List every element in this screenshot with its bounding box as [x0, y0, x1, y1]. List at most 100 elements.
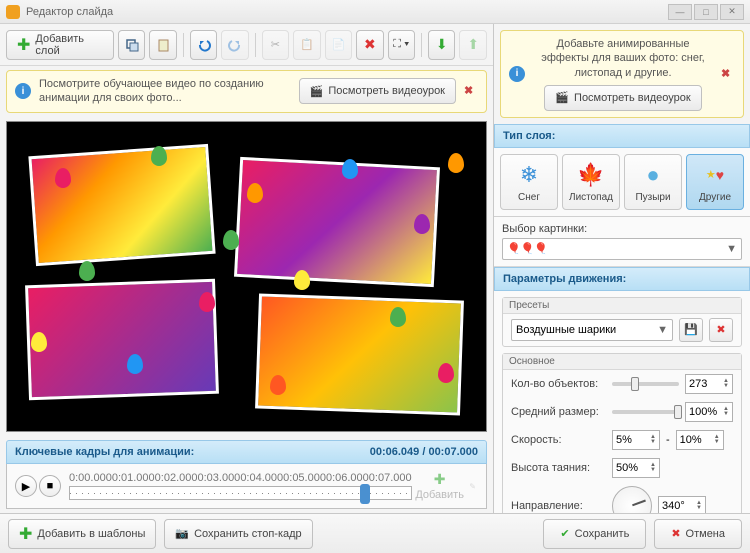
balloon-icon: [342, 159, 358, 179]
info-icon: i: [15, 83, 31, 99]
timeline-track[interactable]: [69, 486, 412, 500]
layer-type-snow[interactable]: ❄Снег: [500, 154, 558, 210]
balloon-icon: [151, 146, 167, 166]
direction-label: Направление:: [511, 500, 606, 512]
layer-type-bubbles[interactable]: ●Пузыри: [624, 154, 682, 210]
info-banner-left: i Посмотрите обучающее видео по созданию…: [6, 70, 487, 113]
balloon-icon: [448, 153, 464, 173]
delete-icon: ✖: [716, 323, 725, 336]
info-banner-right: i Добавьте анимированные эффекты для ваш…: [500, 30, 744, 118]
timeline-header: Ключевые кадры для анимации: 00:06.049 /…: [6, 440, 487, 464]
balloon-icon: [438, 363, 454, 383]
check-icon: ✔: [560, 527, 569, 540]
save-stopframe-button[interactable]: 📷Сохранить стоп-кадр: [164, 519, 312, 549]
motion-params-header: Параметры движения:: [494, 267, 750, 291]
paste-button[interactable]: [149, 30, 176, 60]
balloon-icon: [247, 183, 263, 203]
add-keyframe-button[interactable]: ✚Добавить: [424, 470, 456, 502]
close-info-icon[interactable]: ✖: [721, 67, 735, 81]
direction-dial[interactable]: [612, 486, 652, 513]
film-icon: 🎬: [310, 85, 324, 98]
plus-icon: ✚: [17, 35, 30, 55]
close-button[interactable]: ✕: [720, 4, 744, 20]
layer-type-other[interactable]: ★♥Другие: [686, 154, 744, 210]
main-legend: Основное: [503, 354, 741, 370]
paste2-button[interactable]: 📄: [325, 30, 352, 60]
move-down-button[interactable]: ⬇: [428, 30, 455, 60]
chevron-down-icon: ▼: [726, 243, 737, 255]
speed-to-spinner[interactable]: 10%▲▼: [676, 430, 724, 450]
layer-type-header: Тип слоя:: [494, 124, 750, 148]
size-slider[interactable]: [612, 410, 679, 414]
timeline-thumb[interactable]: [360, 484, 370, 504]
cancel-button[interactable]: ✖Отмена: [654, 519, 742, 549]
speed-label: Скорость:: [511, 434, 606, 446]
preset-combo[interactable]: Воздушные шарики▼: [511, 319, 673, 341]
balloon-icon: [127, 354, 143, 374]
maximize-button[interactable]: □: [694, 4, 718, 20]
snowflake-icon: ❄: [515, 161, 543, 189]
save-button[interactable]: ✔Сохранить: [543, 519, 646, 549]
timeline-time: 00:06.049 / 00:07.000: [370, 446, 478, 458]
info-text: Посмотрите обучающее видео по созданию а…: [39, 77, 291, 106]
photo-3[interactable]: [25, 278, 219, 400]
size-spinner[interactable]: 100%▲▼: [685, 402, 733, 422]
close-info-icon[interactable]: ✖: [464, 84, 478, 98]
app-icon: [6, 5, 20, 19]
balloon-icon: [223, 230, 239, 250]
bubble-icon: ●: [639, 161, 667, 189]
count-slider[interactable]: [612, 382, 679, 386]
delete-preset-button[interactable]: ✖: [709, 318, 733, 342]
pic-select-label: Выбор картинки:: [502, 223, 742, 235]
timeline: ▶ ■ 0:00.0000:01.0000:02.0000:03.0000:04…: [6, 464, 487, 509]
copy-button[interactable]: [118, 30, 145, 60]
presets-legend: Пресеты: [503, 298, 741, 314]
cancel-icon: ✖: [671, 527, 680, 540]
shapes-icon: ★♥: [701, 161, 729, 189]
redo-button[interactable]: [221, 30, 248, 60]
edit-keyframe-button[interactable]: ✎: [457, 470, 489, 502]
undo-button[interactable]: [190, 30, 217, 60]
camera-icon: 📷: [175, 527, 189, 540]
balloon-icon: [199, 292, 215, 312]
preview-canvas[interactable]: [6, 121, 487, 432]
watch-tutorial-button[interactable]: 🎬Посмотреть видеоурок: [299, 78, 456, 104]
direction-spinner[interactable]: 340°▲▼: [658, 496, 706, 513]
info-text: Добавьте анимированные эффекты для ваших…: [533, 37, 713, 80]
balloon-icon: [79, 261, 95, 281]
count-spinner[interactable]: 273▲▼: [685, 374, 733, 394]
add-layer-button[interactable]: ✚Добавить слой: [6, 30, 114, 60]
photo-1[interactable]: [28, 143, 215, 265]
floppy-icon: 💾: [684, 323, 698, 336]
move-up-button[interactable]: ⬆: [459, 30, 486, 60]
size-label: Средний размер:: [511, 406, 606, 418]
delete-button[interactable]: ✖: [356, 30, 383, 60]
balloon-icon: [31, 332, 47, 352]
chevron-down-icon: ▼: [657, 324, 668, 336]
balloon-icon: [55, 168, 71, 188]
speed-from-spinner[interactable]: 5%▲▼: [612, 430, 660, 450]
add-to-templates-button[interactable]: ✚Добавить в шаблоны: [8, 519, 156, 549]
picture-combo[interactable]: 🎈🎈🎈 ▼: [502, 238, 742, 260]
cut-button[interactable]: ✂: [262, 30, 289, 60]
play-button[interactable]: ▶: [15, 475, 37, 497]
copy2-button[interactable]: 📋: [293, 30, 320, 60]
balloon-icon: [414, 214, 430, 234]
watch-tutorial-button-2[interactable]: 🎬Посмотреть видеоурок: [544, 85, 701, 111]
balloons-preview-icon: 🎈🎈🎈: [507, 242, 548, 255]
film-icon: 🎬: [555, 91, 569, 104]
leaf-icon: 🍁: [577, 161, 605, 189]
stop-button[interactable]: ■: [39, 475, 61, 497]
balloon-icon: [390, 307, 406, 327]
timeline-ticks: 0:00.0000:01.0000:02.0000:03.0000:04.000…: [69, 472, 412, 484]
plus-icon: ✚: [19, 524, 32, 544]
layer-type-leaves[interactable]: 🍁Листопад: [562, 154, 620, 210]
save-preset-button[interactable]: 💾: [679, 318, 703, 342]
fit-button[interactable]: ⛶ ▾: [388, 30, 415, 60]
window-title: Редактор слайда: [26, 6, 668, 18]
melt-spinner[interactable]: 50%▲▼: [612, 458, 660, 478]
minimize-button[interactable]: —: [668, 4, 692, 20]
photo-4[interactable]: [255, 293, 464, 415]
photo-2[interactable]: [234, 156, 440, 286]
melt-label: Высота таяния:: [511, 462, 606, 474]
